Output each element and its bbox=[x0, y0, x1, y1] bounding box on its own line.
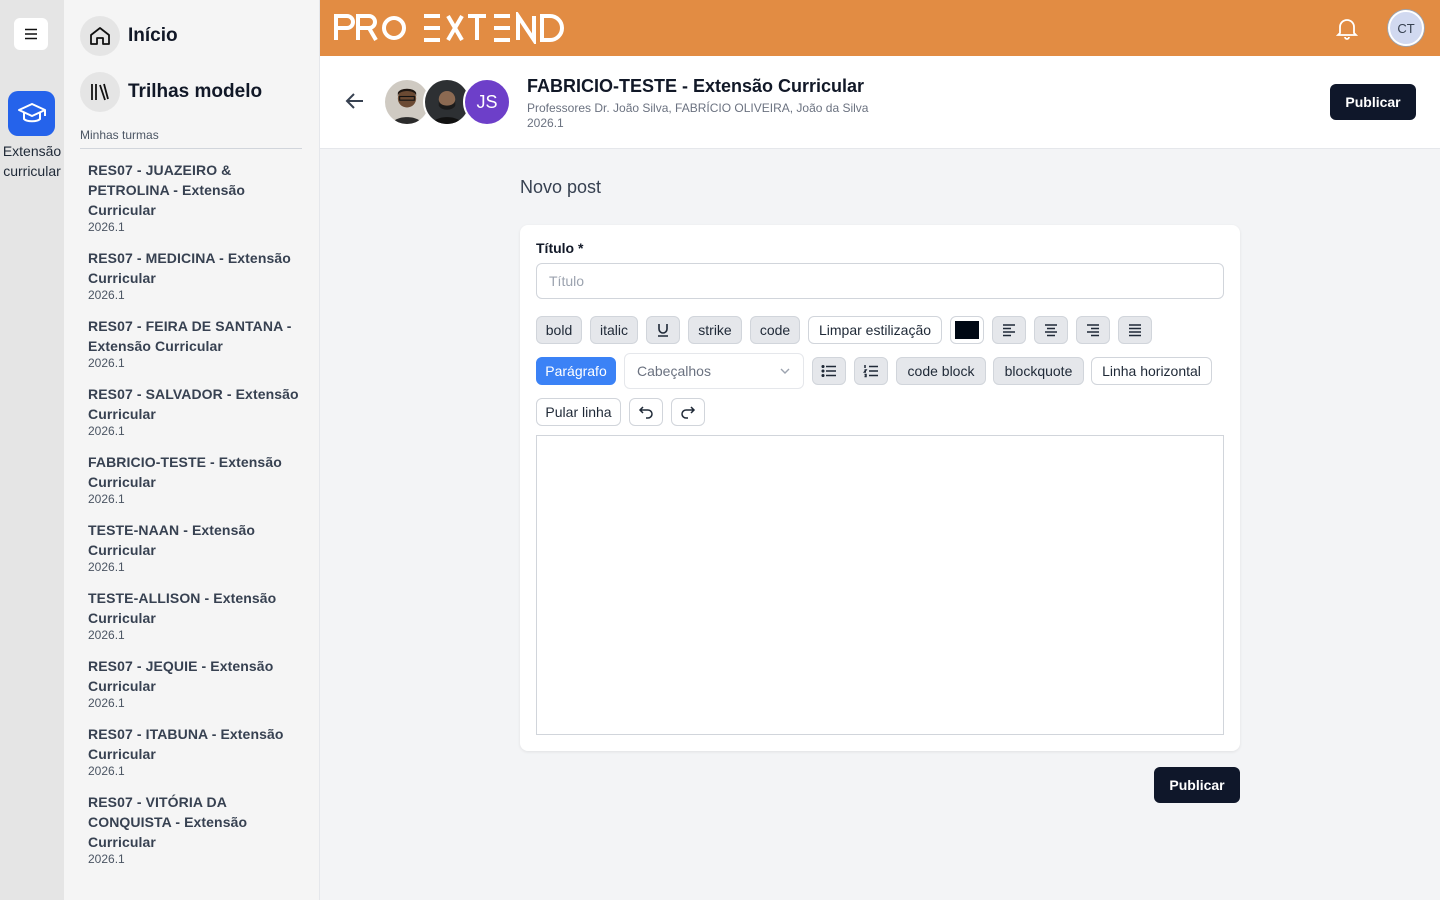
align-center-icon bbox=[1045, 324, 1057, 337]
bullet-list-button[interactable] bbox=[812, 357, 846, 385]
course-header: JS FABRICIO-TESTE - Extensão Curricular … bbox=[320, 56, 1440, 149]
class-list: RES07 - JUAZEIRO & PETROLINA - Extensão … bbox=[88, 160, 302, 880]
class-item[interactable]: RES07 - JEQUIE - Extensão Curricular 2026… bbox=[88, 656, 302, 711]
brand-logo[interactable] bbox=[334, 12, 574, 44]
class-name: TESTE-ALLISON - Extensão Curricular bbox=[88, 590, 277, 626]
class-item[interactable]: FABRICIO-TESTE - Extensão Curricular 2026… bbox=[88, 452, 302, 507]
horizontal-rule-button[interactable]: Linha horizontal bbox=[1091, 357, 1212, 385]
class-item[interactable]: RES07 - VITÓRIA DA CONQUISTA - Extensão … bbox=[88, 792, 302, 867]
class-term: 2026.1 bbox=[88, 492, 125, 506]
sidebar-item-inicio[interactable]: Início bbox=[80, 16, 178, 56]
section-label: Minhas turmas bbox=[80, 128, 159, 142]
text-color-picker[interactable] bbox=[950, 316, 984, 344]
content-editor[interactable] bbox=[536, 435, 1224, 735]
code-button[interactable]: code bbox=[750, 316, 800, 344]
bell-icon[interactable] bbox=[1336, 16, 1358, 40]
class-name: RES07 - ITABUNA - Extensão Curricular bbox=[88, 726, 284, 762]
undo-button[interactable] bbox=[629, 398, 663, 426]
align-right-button[interactable] bbox=[1076, 316, 1110, 344]
class-name: RES07 - JEQUIE - Extensão Curricular bbox=[88, 658, 274, 694]
class-term: 2026.1 bbox=[88, 424, 125, 438]
class-term: 2026.1 bbox=[88, 852, 125, 866]
redo-icon bbox=[681, 406, 696, 419]
avatar: JS bbox=[463, 78, 511, 126]
class-item[interactable]: RES07 - SALVADOR - Extensão Curricular 20… bbox=[88, 384, 302, 439]
graduation-cap-icon bbox=[17, 102, 46, 122]
ordered-list-icon bbox=[863, 365, 878, 378]
redo-button[interactable] bbox=[671, 398, 705, 426]
title-input[interactable] bbox=[536, 263, 1224, 299]
class-name: RES07 - FEIRA DE SANTANA - Extensão Curr… bbox=[88, 318, 292, 354]
paragraph-button[interactable]: Parágrafo bbox=[536, 357, 616, 385]
align-right-icon bbox=[1087, 324, 1099, 337]
page-title: Novo post bbox=[520, 177, 602, 197]
chevron-down-icon bbox=[780, 368, 790, 374]
undo-icon bbox=[638, 406, 653, 419]
align-left-icon bbox=[1003, 324, 1015, 337]
top-bar: CT bbox=[320, 0, 1440, 56]
italic-button[interactable]: italic bbox=[590, 316, 638, 344]
sidebar-item-trilhas[interactable]: Trilhas modelo bbox=[80, 72, 262, 112]
publish-button-bottom[interactable]: Publicar bbox=[1154, 767, 1240, 803]
class-item[interactable]: TESTE-NAAN - Extensão Curricular 2026.1 bbox=[88, 520, 302, 575]
app-rail: Extensão curricular bbox=[0, 0, 64, 900]
post-form-card: Título * bold italic strike code Limpar … bbox=[520, 225, 1240, 751]
strike-button[interactable]: strike bbox=[688, 316, 742, 344]
class-item[interactable]: RES07 - ITABUNA - Extensão Curricular 202… bbox=[88, 724, 302, 779]
underline-button[interactable] bbox=[646, 316, 680, 344]
hard-break-button[interactable]: Pular linha bbox=[536, 398, 621, 426]
headings-select[interactable]: Cabeçalhos bbox=[624, 353, 804, 389]
class-term: 2026.1 bbox=[88, 288, 125, 302]
color-swatch bbox=[955, 321, 979, 339]
blockquote-button[interactable]: blockquote bbox=[993, 357, 1084, 385]
class-term: 2026.1 bbox=[88, 560, 125, 574]
class-name: RES07 - MEDICINA - Extensão Curricular bbox=[88, 250, 291, 286]
divider bbox=[80, 148, 302, 149]
professor-avatars: JS bbox=[383, 78, 511, 126]
align-justify-button[interactable] bbox=[1118, 316, 1152, 344]
underline-icon bbox=[658, 324, 668, 337]
extensao-app-button[interactable] bbox=[8, 91, 55, 136]
sidebar-item-label: Trilhas modelo bbox=[128, 81, 263, 102]
class-item[interactable]: RES07 - JUAZEIRO & PETROLINA - Extensão … bbox=[88, 160, 302, 235]
title-label: Título * bbox=[536, 240, 584, 256]
sidebar: Início Trilhas modelo Minhas turmas RES0… bbox=[64, 0, 320, 900]
back-arrow-icon[interactable] bbox=[344, 90, 366, 112]
class-name: FABRICIO-TESTE - Extensão Curricular bbox=[88, 454, 282, 490]
class-item[interactable]: RES07 - FEIRA DE SANTANA - Extensão Curr… bbox=[88, 316, 302, 371]
class-item[interactable]: RES07 - MEDICINA - Extensão Curricular 20… bbox=[88, 248, 302, 303]
clear-formatting-button[interactable]: Limpar estilização bbox=[808, 316, 942, 344]
class-name: RES07 - VITÓRIA DA CONQUISTA - Extensão … bbox=[88, 794, 248, 850]
class-name: TESTE-NAAN - Extensão Curricular bbox=[88, 522, 256, 558]
bullet-list-icon bbox=[821, 364, 836, 378]
hamburger-icon bbox=[25, 28, 37, 40]
class-term: 2026.1 bbox=[88, 220, 125, 234]
code-block-button[interactable]: code block bbox=[896, 357, 986, 385]
align-left-button[interactable] bbox=[992, 316, 1026, 344]
ordered-list-button[interactable] bbox=[854, 357, 888, 385]
course-term: 2026.1 bbox=[527, 116, 564, 130]
library-icon bbox=[80, 72, 120, 112]
headings-select-value: Cabeçalhos bbox=[637, 363, 711, 379]
class-item[interactable]: TESTE-ALLISON - Extensão Curricular 2026.… bbox=[88, 588, 302, 643]
class-name: RES07 - JUAZEIRO & PETROLINA - Extensão … bbox=[88, 162, 246, 218]
sidebar-item-label: Início bbox=[128, 25, 178, 46]
align-center-button[interactable] bbox=[1034, 316, 1068, 344]
course-title: FABRICIO-TESTE - Extensão Curricular bbox=[527, 76, 865, 96]
publish-button-top[interactable]: Publicar bbox=[1330, 84, 1416, 120]
home-icon bbox=[80, 16, 120, 56]
menu-toggle-button[interactable] bbox=[14, 18, 48, 50]
rail-app-label: Extensão curricular bbox=[2, 143, 62, 179]
class-term: 2026.1 bbox=[88, 764, 125, 778]
class-name: RES07 - SALVADOR - Extensão Curricular bbox=[88, 386, 299, 422]
course-professors: Professores Dr. João Silva, FABRÍCIO OLI… bbox=[527, 101, 869, 115]
bold-button[interactable]: bold bbox=[536, 316, 582, 344]
class-term: 2026.1 bbox=[88, 696, 125, 710]
user-avatar[interactable]: CT bbox=[1388, 10, 1424, 46]
align-justify-icon bbox=[1129, 324, 1141, 337]
class-term: 2026.1 bbox=[88, 628, 125, 642]
class-term: 2026.1 bbox=[88, 356, 125, 370]
